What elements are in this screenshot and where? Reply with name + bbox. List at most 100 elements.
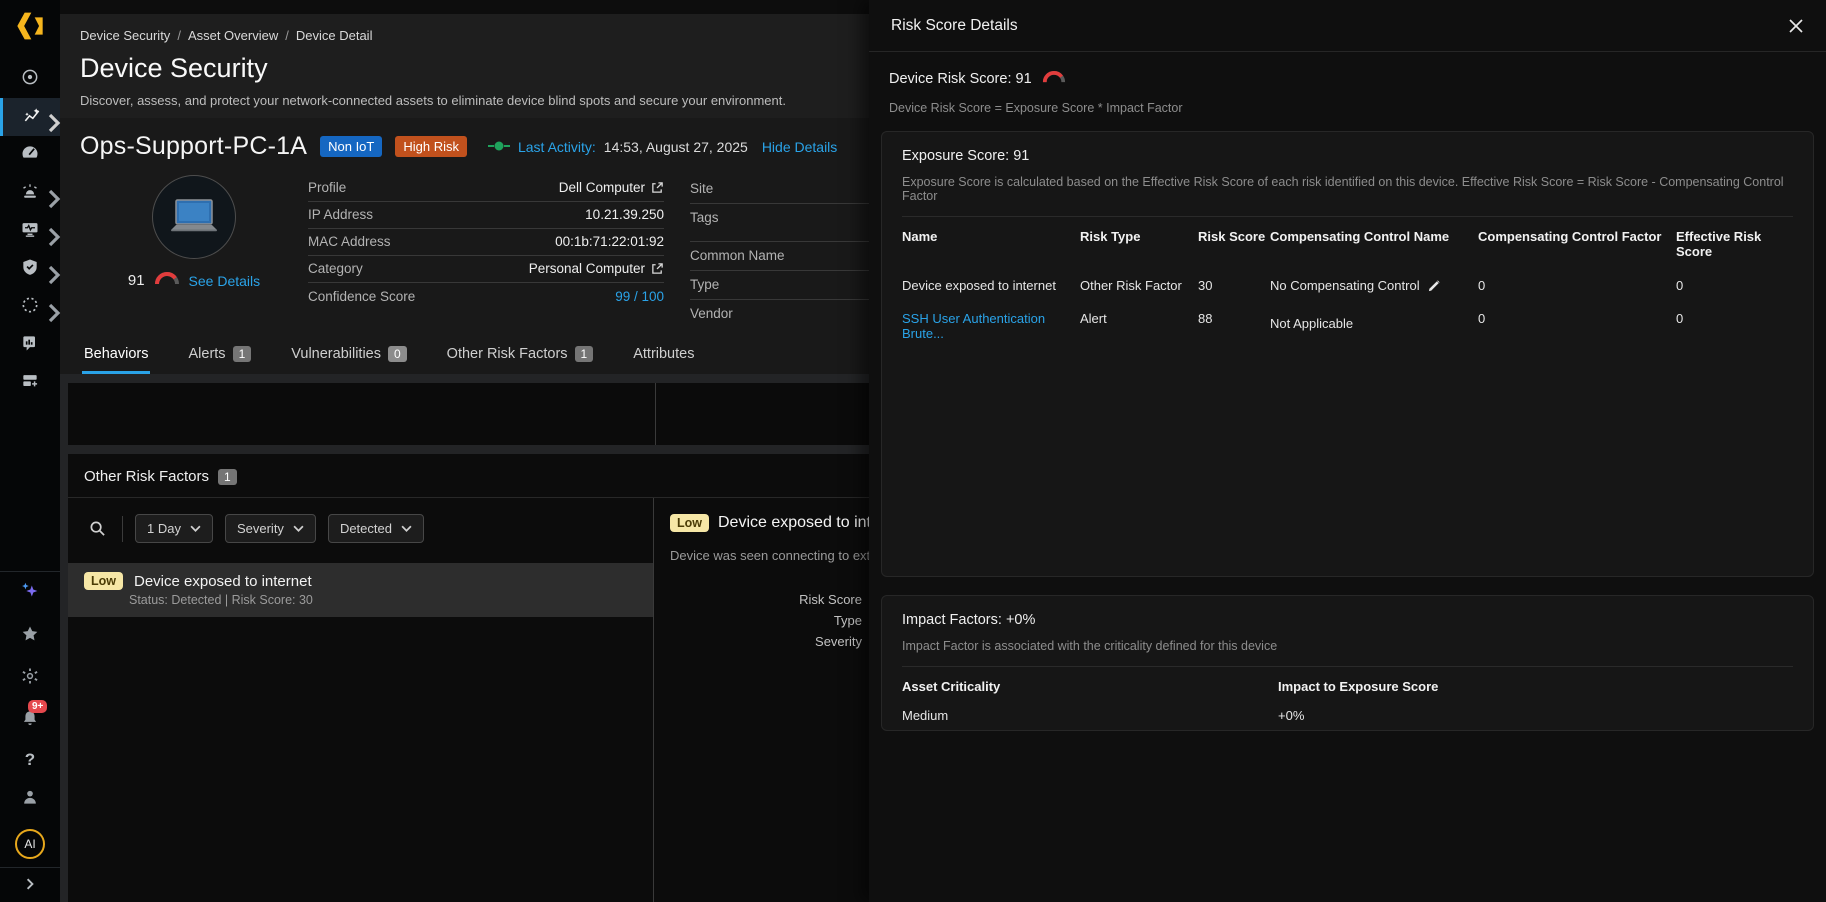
impact-table-header: Asset Criticality Impact to Exposure Sco… bbox=[902, 667, 1793, 702]
report-icon bbox=[20, 333, 40, 358]
tab-vulnerabilities[interactable]: Vulnerabilities0 bbox=[289, 336, 408, 374]
breadcrumb-separator: / bbox=[177, 28, 181, 43]
sidebar-item-policies[interactable] bbox=[0, 288, 60, 326]
sidebar-expand-button[interactable] bbox=[0, 867, 60, 902]
field-ip-address: IP Address 10.21.39.250 bbox=[308, 202, 664, 229]
tab-count-badge: 1 bbox=[575, 346, 594, 362]
tab-count-badge: 1 bbox=[233, 346, 252, 362]
breadcrumb-asset-overview[interactable]: Asset Overview bbox=[188, 28, 278, 43]
time-range-dropdown[interactable]: 1 Day bbox=[135, 514, 213, 543]
external-link-icon[interactable] bbox=[651, 181, 664, 194]
status-dropdown[interactable]: Detected bbox=[328, 514, 424, 543]
field-label: Profile bbox=[308, 180, 346, 195]
cell-control-name: No Compensating Control bbox=[1270, 278, 1420, 293]
activity-node-icon bbox=[488, 139, 510, 155]
sparkles-icon[interactable] bbox=[19, 580, 41, 607]
col-risk-type: Risk Type bbox=[1080, 229, 1198, 259]
ai-copilot-button[interactable]: AI bbox=[15, 829, 45, 859]
field-label: MAC Address bbox=[308, 234, 391, 249]
filter-divider bbox=[122, 516, 123, 542]
risk-factor-detail-labels: Risk Score Type Severity bbox=[670, 589, 862, 652]
sidebar-item-integrations[interactable] bbox=[0, 364, 60, 402]
severity-badge: Low bbox=[670, 514, 709, 532]
col-impact-to-exposure: Impact to Exposure Score bbox=[1278, 679, 1793, 694]
star-icon[interactable] bbox=[20, 624, 40, 649]
exposure-score-card: Exposure Score: 91 Exposure Score is cal… bbox=[881, 131, 1814, 577]
detail-label-type: Type bbox=[670, 610, 862, 631]
sidebar-item-network[interactable] bbox=[0, 212, 60, 250]
field-value[interactable]: Personal Computer bbox=[529, 261, 645, 276]
panel-device-risk-score: Device Risk Score: 91 bbox=[889, 71, 1032, 87]
severity-badge: Low bbox=[84, 572, 123, 590]
impact-factors-card: Impact Factors: +0% Impact Factor is ass… bbox=[881, 595, 1814, 731]
notifications-button[interactable]: 9+ bbox=[20, 708, 40, 733]
app-root: 9+ ? AI Device Security / Asset Overview… bbox=[0, 0, 1826, 902]
detail-label-severity: Severity bbox=[670, 631, 862, 652]
risk-factor-title: Device exposed to internet bbox=[134, 573, 312, 590]
non-iot-badge: Non IoT bbox=[320, 136, 382, 157]
risk-factor-list-pane: 1 Day Severity Detected bbox=[68, 498, 653, 902]
col-effective-risk-score: Effective Risk Score bbox=[1676, 229, 1793, 259]
other-risk-factors-title: Other Risk Factors bbox=[84, 468, 209, 485]
chevron-right-icon bbox=[44, 113, 53, 122]
risk-factor-list-item[interactable]: Low Device exposed to internet Status: D… bbox=[68, 563, 653, 617]
field-value[interactable]: Dell Computer bbox=[559, 180, 645, 195]
severity-dropdown[interactable]: Severity bbox=[225, 514, 316, 543]
risk-score-formula: Device Risk Score = Exposure Score * Imp… bbox=[889, 101, 1806, 115]
tab-other-risk-factors[interactable]: Other Risk Factors1 bbox=[445, 336, 596, 374]
sidebar-item-dashboards[interactable] bbox=[0, 136, 60, 174]
monitor-pulse-icon bbox=[20, 219, 40, 244]
sidebar-item-assets[interactable] bbox=[0, 98, 60, 136]
cell-risk-score: 88 bbox=[1198, 311, 1270, 341]
risk-score-details-panel: Risk Score Details Device Risk Score: 91… bbox=[869, 0, 1826, 902]
chevron-right-icon bbox=[44, 189, 53, 198]
sidebar-item-security-posture[interactable] bbox=[0, 250, 60, 288]
field-label: IP Address bbox=[308, 207, 373, 222]
breadcrumb-separator: / bbox=[285, 28, 289, 43]
cell-name: Device exposed to internet bbox=[902, 278, 1080, 293]
field-value[interactable]: 99 / 100 bbox=[615, 289, 664, 304]
sidebar-item-alerts[interactable] bbox=[0, 174, 60, 212]
user-icon[interactable] bbox=[20, 787, 40, 812]
hide-details-link[interactable]: Hide Details bbox=[762, 139, 837, 155]
high-risk-badge: High Risk bbox=[395, 136, 467, 157]
see-details-link[interactable]: See Details bbox=[189, 273, 261, 289]
risk-gauge-icon bbox=[1042, 70, 1066, 88]
breadcrumb-device-security[interactable]: Device Security bbox=[80, 28, 170, 43]
device-fields: Profile Dell Computer IP Address 10.21.3… bbox=[308, 175, 664, 328]
help-icon[interactable]: ? bbox=[25, 750, 35, 770]
siren-icon bbox=[20, 181, 40, 206]
col-risk-score: Risk Score bbox=[1198, 229, 1270, 259]
detail-label-risk-score: Risk Score bbox=[670, 589, 862, 610]
risk-gauge-icon bbox=[154, 271, 180, 290]
chevron-down-icon bbox=[293, 523, 304, 534]
field-confidence-score: Confidence Score 99 / 100 bbox=[308, 283, 664, 310]
cell-name-link[interactable]: SSH User Authentication Brute... bbox=[902, 311, 1080, 341]
notification-count-badge: 9+ bbox=[28, 700, 47, 713]
tab-attributes[interactable]: Attributes bbox=[631, 336, 696, 374]
risk-factor-list: Low Device exposed to internet Status: D… bbox=[68, 563, 653, 617]
tab-behaviors[interactable]: Behaviors bbox=[82, 336, 150, 374]
gear-icon[interactable] bbox=[20, 666, 40, 691]
sidebar-bottom: 9+ ? AI bbox=[0, 580, 60, 867]
chevron-right-icon bbox=[44, 265, 53, 274]
close-icon[interactable] bbox=[1788, 18, 1804, 34]
tab-count-badge: 0 bbox=[388, 346, 407, 362]
paloalto-logo[interactable] bbox=[14, 10, 46, 42]
sidebar-item-reports[interactable] bbox=[0, 326, 60, 364]
field-value: 00:1b:71:22:01:92 bbox=[555, 234, 664, 249]
risk-factor-subtitle: Status: Detected | Risk Score: 30 bbox=[129, 593, 637, 607]
chevron-down-icon bbox=[190, 523, 201, 534]
gauge-icon bbox=[20, 143, 40, 168]
external-link-icon[interactable] bbox=[651, 262, 664, 275]
breadcrumb-device-detail: Device Detail bbox=[296, 28, 373, 43]
cell-risk-type: Other Risk Factor bbox=[1080, 278, 1198, 293]
impact-factors-description: Impact Factor is associated with the cri… bbox=[902, 639, 1793, 653]
tab-alerts[interactable]: Alerts1 bbox=[186, 336, 253, 374]
laptop-image bbox=[168, 198, 220, 236]
search-icon[interactable] bbox=[84, 516, 110, 542]
edit-pencil-icon[interactable] bbox=[1428, 279, 1441, 292]
sidebar-item-command-center[interactable] bbox=[0, 60, 60, 98]
shield-check-icon bbox=[20, 257, 40, 282]
col-name: Name bbox=[902, 229, 1080, 259]
